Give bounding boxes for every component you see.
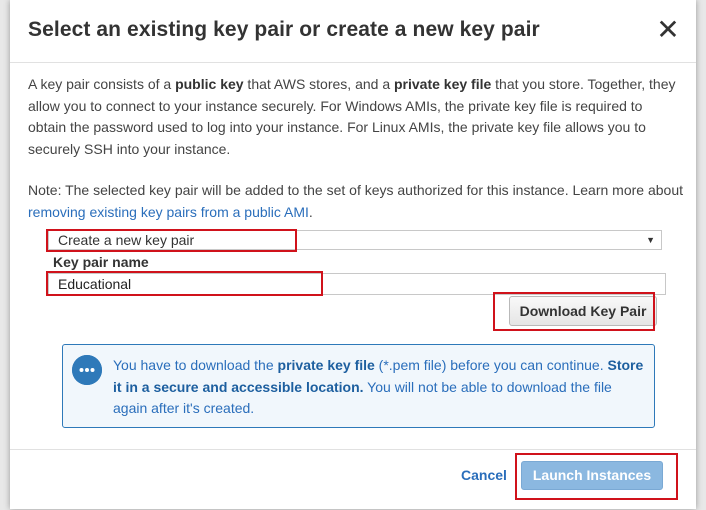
description-bold-public-key: public key xyxy=(175,76,244,92)
close-icon[interactable]: ✕ xyxy=(654,16,682,44)
highlight-box-name xyxy=(46,271,323,296)
description-text: that AWS stores, and a xyxy=(243,76,394,92)
description-text: A key pair consists of a xyxy=(28,76,176,92)
description-paragraph: A key pair consists of a public key that… xyxy=(28,74,683,160)
dialog-header: Select an existing key pair or create a … xyxy=(10,0,696,63)
dialog-body: A key pair consists of a public key that… xyxy=(28,74,683,223)
dialog-title: Select an existing key pair or create a … xyxy=(28,18,540,41)
cancel-button[interactable]: Cancel xyxy=(461,467,507,483)
note-paragraph: Note: The selected key pair will be adde… xyxy=(28,180,683,223)
info-bold-private-key: private key file xyxy=(277,357,375,373)
description-bold-private-key: private key file xyxy=(394,76,492,92)
key-pair-name-label: Key pair name xyxy=(53,254,149,270)
highlight-box-launch xyxy=(515,453,678,500)
highlight-box-select xyxy=(46,229,297,252)
note-text: . xyxy=(308,203,313,220)
note-text: Note: The selected key pair will be adde… xyxy=(28,182,684,198)
chat-bubble-icon xyxy=(72,355,102,385)
remove-key-pairs-link[interactable]: removing existing key pairs from a publi… xyxy=(28,204,309,220)
key-pair-dialog: Select an existing key pair or create a … xyxy=(10,0,696,509)
info-text-part: (*.pem file) before you can continue. xyxy=(374,357,608,373)
highlight-box-download xyxy=(493,292,655,331)
info-alert: You have to download the private key fil… xyxy=(62,344,655,428)
info-text: You have to download the private key fil… xyxy=(113,355,649,420)
dialog-footer: Cancel Launch Instances xyxy=(10,449,696,510)
info-text-part: You have to download the xyxy=(113,357,278,373)
dropdown-arrow-icon: ▼ xyxy=(646,235,655,245)
